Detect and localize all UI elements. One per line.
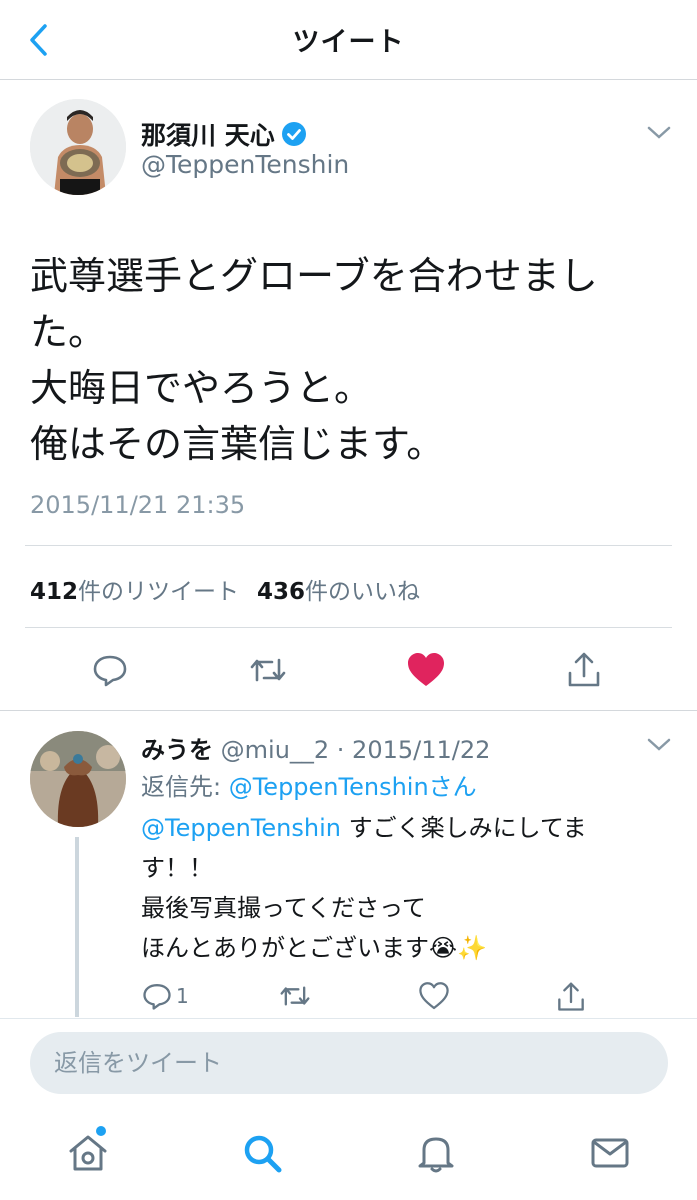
tweet-text-line: 武尊選手とグローブを合わせまし xyxy=(30,254,598,298)
like-label: 件のいいね xyxy=(305,579,421,605)
bell-icon xyxy=(418,1137,454,1173)
reply-icon xyxy=(143,984,171,1010)
reply-compose[interactable] xyxy=(30,1032,668,1094)
reply-text-line: ほんとありがとございます😭✨ xyxy=(141,934,487,962)
like-stat[interactable]: 436件のいいね xyxy=(257,572,420,606)
reply-text: @TeppenTenshin すごく楽しみにしてま す！！ 最後写真撮ってくださ… xyxy=(141,808,681,968)
reply-like-button[interactable] xyxy=(418,981,450,1011)
heart-icon xyxy=(419,982,449,1010)
reply-icon xyxy=(93,655,127,687)
avatar-photo xyxy=(30,99,126,195)
tweet-actions xyxy=(0,640,697,700)
reply-header: みうを @miu__2 · 2015/11/22 xyxy=(141,730,490,765)
reply-text-fragment: すごく楽しみにしてま xyxy=(340,814,587,842)
share-button[interactable] xyxy=(562,648,606,692)
caret-down-icon xyxy=(647,738,671,751)
verified-icon xyxy=(281,122,306,146)
tweet-text-line: 大晦日でやろうと。 xyxy=(30,366,373,410)
retweet-count: 412 xyxy=(30,579,79,605)
reply-text-line: す！！ xyxy=(141,854,213,882)
reply-share-button[interactable] xyxy=(556,981,586,1013)
page-title: ツイート xyxy=(292,27,405,58)
reply-text-line: 最後写真撮ってくださって xyxy=(141,894,426,922)
divider xyxy=(0,710,697,711)
retweet-button[interactable] xyxy=(246,648,290,692)
tweet-text: 武尊選手とグローブを合わせまし た。 大晦日でやろうと。 俺はその言葉信じます。 xyxy=(30,248,670,472)
home-icon xyxy=(69,1135,107,1171)
retweet-icon xyxy=(250,658,286,682)
reply-count: 1 xyxy=(176,984,189,1008)
reply-avatar-photo xyxy=(30,731,126,827)
divider xyxy=(25,545,672,546)
tab-notifications[interactable] xyxy=(411,1128,461,1178)
author-name-text: 那須川 天心 xyxy=(141,121,275,150)
retweet-label: 件のリツイート xyxy=(78,579,240,605)
divider xyxy=(25,627,672,628)
tab-search[interactable] xyxy=(237,1128,287,1178)
reply-text-line: @TeppenTenshin すごく楽しみにしてま xyxy=(141,808,681,848)
notification-dot xyxy=(96,1126,106,1136)
mention-link[interactable]: @TeppenTenshin xyxy=(141,814,341,842)
retweet-stat[interactable]: 412件のリツイート xyxy=(30,572,239,606)
mail-icon xyxy=(591,1138,629,1168)
caret-down-icon xyxy=(647,126,671,139)
tab-messages[interactable] xyxy=(585,1128,635,1178)
reply-avatar[interactable] xyxy=(30,731,126,827)
share-icon xyxy=(568,652,600,687)
tweet-text-line: 俺はその言葉信じます。 xyxy=(30,422,445,466)
tab-home[interactable] xyxy=(63,1128,113,1178)
tweet-menu-button[interactable] xyxy=(646,124,672,146)
share-icon xyxy=(558,982,584,1011)
reply-author-name[interactable]: みうを xyxy=(141,736,213,764)
like-count: 436 xyxy=(257,579,306,605)
reply-menu-button[interactable] xyxy=(646,736,672,758)
avatar[interactable] xyxy=(30,99,126,195)
tweet-timestamp: 2015/11/21 21:35 xyxy=(30,491,246,519)
reply-input[interactable] xyxy=(30,1032,668,1094)
reply-actions: 1 xyxy=(0,975,697,1019)
reply-to-label: 返信先: xyxy=(141,773,229,801)
author-name[interactable]: 那須川 天心 xyxy=(141,116,307,152)
divider xyxy=(0,1018,697,1019)
search-icon xyxy=(244,1135,282,1173)
reply-handle-date: @miu__2 · 2015/11/22 xyxy=(220,736,491,764)
reply-retweet-button[interactable] xyxy=(278,981,312,1011)
reply-button[interactable] xyxy=(88,648,132,692)
tweet-stats: 412件のリツイート 436件のいいね xyxy=(30,572,420,606)
reply-to: 返信先: @TeppenTenshinさん xyxy=(141,767,477,802)
author-handle[interactable]: @TeppenTenshin xyxy=(141,150,349,179)
like-button[interactable] xyxy=(404,648,448,692)
heart-icon xyxy=(408,653,444,686)
reply-reply-button[interactable]: 1 xyxy=(142,981,189,1011)
top-bar: ツイート xyxy=(0,0,697,80)
tweet-text-line: た。 xyxy=(30,310,107,354)
reply-to-link[interactable]: @TeppenTenshinさん xyxy=(229,773,477,801)
retweet-icon xyxy=(280,986,310,1006)
tab-bar xyxy=(0,1108,697,1200)
